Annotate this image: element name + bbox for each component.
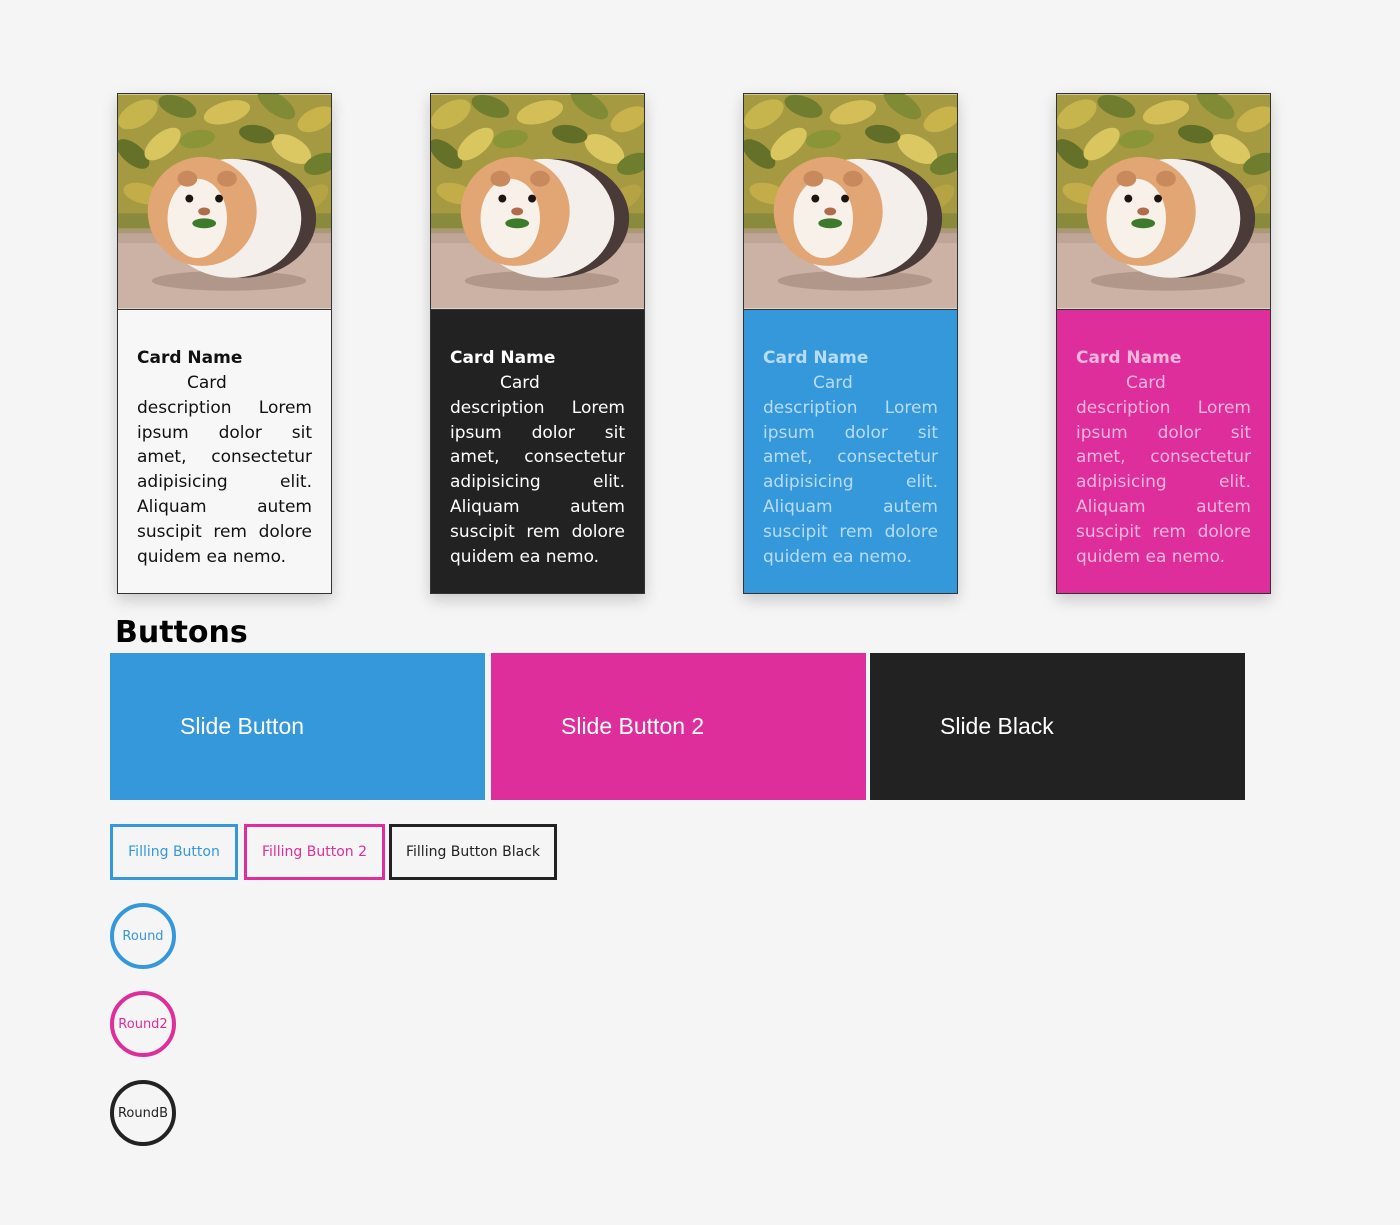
card-title: Card Name [450, 348, 556, 368]
card-white[interactable]: Card Name Card description Lorem ipsum d… [117, 93, 332, 594]
card-image [118, 94, 331, 310]
card-title: Card Name [137, 348, 243, 368]
card-row: Card Name Card description Lorem ipsum d… [0, 93, 1400, 595]
card-black[interactable]: Card Name Card description Lorem ipsum d… [430, 93, 645, 594]
round-button[interactable]: Round [110, 903, 176, 969]
slide-button-black[interactable]: Slide Black [870, 653, 1245, 800]
card-description: Card description Lorem ipsum dolor sit a… [1076, 373, 1251, 567]
card-title: Card Name [1076, 348, 1182, 368]
card-image [431, 94, 644, 310]
round-button-2[interactable]: Round2 [110, 991, 176, 1057]
buttons-heading: Buttons [115, 615, 248, 650]
slide-button[interactable]: Slide Button [110, 653, 485, 800]
card-body: Card Name Card description Lorem ipsum d… [431, 310, 644, 593]
card-title: Card Name [763, 348, 869, 368]
round-button-black[interactable]: RoundB [110, 1080, 176, 1146]
filling-button[interactable]: Filling Button [110, 824, 238, 880]
card-image [1057, 94, 1270, 310]
filling-button-black[interactable]: Filling Button Black [389, 824, 557, 880]
card-body: Card Name Card description Lorem ipsum d… [744, 310, 957, 593]
slide-button-2[interactable]: Slide Button 2 [491, 653, 866, 800]
card-body: Card Name Card description Lorem ipsum d… [118, 310, 331, 593]
card-description: Card description Lorem ipsum dolor sit a… [450, 373, 625, 567]
filling-button-2[interactable]: Filling Button 2 [244, 824, 385, 880]
card-body: Card Name Card description Lorem ipsum d… [1057, 310, 1270, 593]
card-description: Card description Lorem ipsum dolor sit a… [763, 373, 938, 567]
card-description: Card description Lorem ipsum dolor sit a… [137, 373, 312, 567]
card-blue[interactable]: Card Name Card description Lorem ipsum d… [743, 93, 958, 594]
card-image [744, 94, 957, 310]
card-pink[interactable]: Card Name Card description Lorem ipsum d… [1056, 93, 1271, 594]
